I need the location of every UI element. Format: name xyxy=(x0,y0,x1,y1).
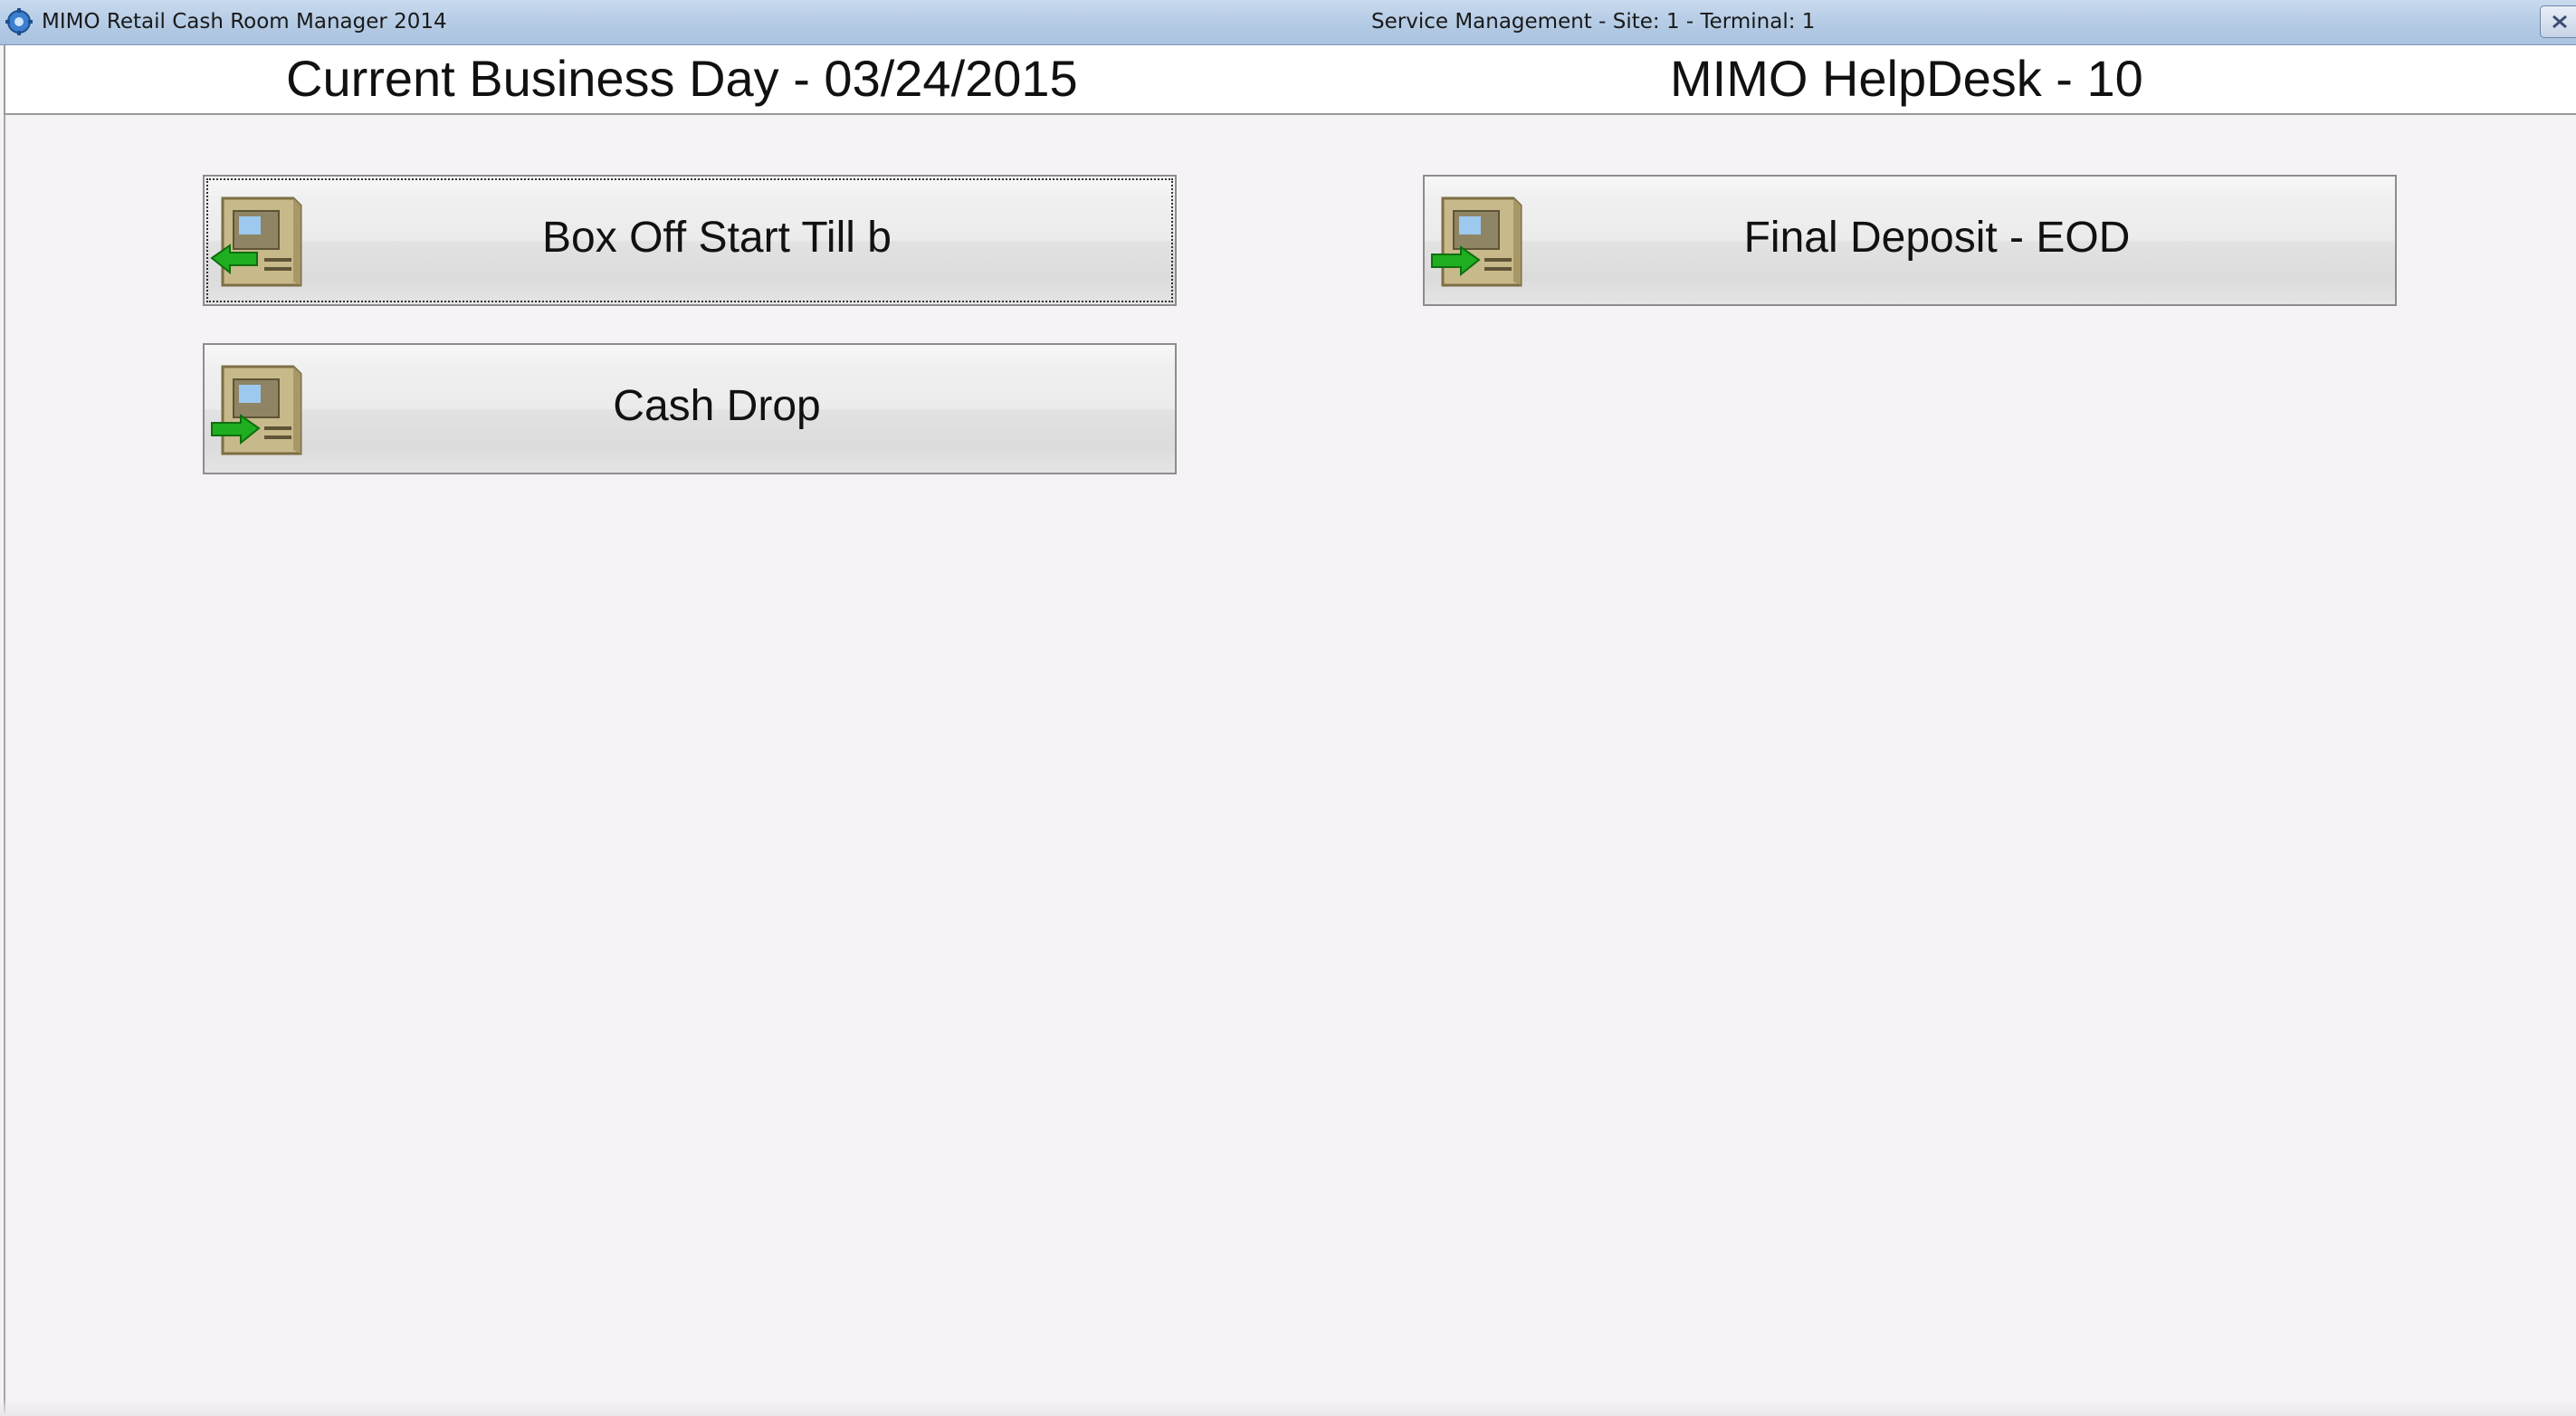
box-off-start-till-label: Box Off Start Till b xyxy=(542,214,892,262)
app-title: MIMO Retail Cash Room Manager 2014 xyxy=(42,10,447,33)
final-deposit-eod-label: Final Deposit - EOD xyxy=(1743,214,2131,262)
box-off-start-till-button[interactable]: Box Off Start Till b xyxy=(203,175,1177,306)
final-deposit-eod-button[interactable]: Final Deposit - EOD xyxy=(1423,175,2397,306)
cash-drop-button[interactable]: Cash Drop xyxy=(203,343,1177,474)
app-window: MIMO Retail Cash Room Manager 2014 Servi… xyxy=(0,0,2576,1416)
gear-globe-icon[interactable] xyxy=(5,8,33,35)
cash-drop-label: Cash Drop xyxy=(613,382,821,430)
window-subtitle: Service Management - Site: 1 - Terminal:… xyxy=(1371,10,1816,33)
close-icon xyxy=(2552,14,2567,29)
close-button[interactable] xyxy=(2540,5,2576,38)
content-border xyxy=(4,115,5,1416)
title-bar[interactable]: MIMO Retail Cash Room Manager 2014 Servi… xyxy=(0,0,2576,45)
bottom-shade xyxy=(0,1398,2576,1416)
helpdesk-label: MIMO HelpDesk - 10 xyxy=(1670,50,2143,107)
business-day-label: Current Business Day - 03/24/2015 xyxy=(286,50,1078,107)
